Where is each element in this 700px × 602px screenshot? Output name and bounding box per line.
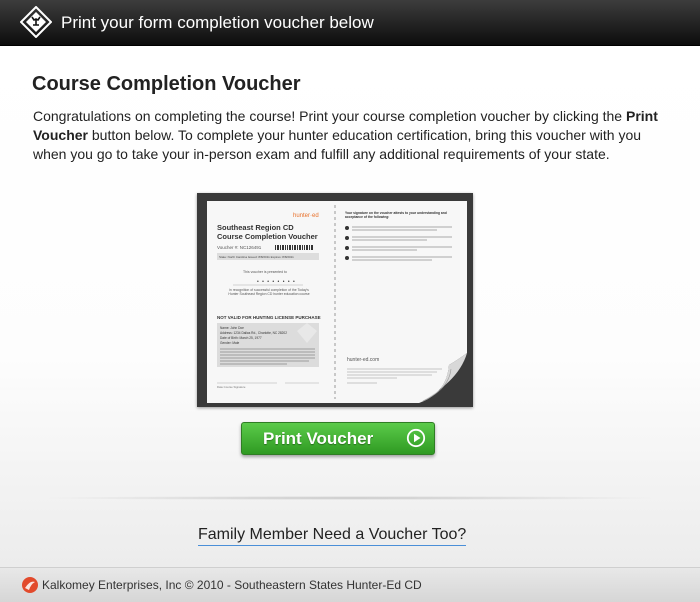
intro-part-1: Congratulations on completing the course… — [33, 108, 626, 124]
voucher-sign-label: Date Course Signature — [217, 385, 246, 389]
header-bar: Print your form completion voucher below — [0, 0, 700, 46]
voucher-not-valid: NOT VALID FOR HUNTING LICENSE PURCHASE — [217, 315, 321, 320]
voucher-right-heading: Your signature on the voucher attests to… — [345, 211, 447, 219]
footer-bar: Kalkomey Enterprises, Inc © 2010 - South… — [0, 567, 700, 602]
print-voucher-button-label: Print Voucher — [263, 429, 374, 448]
voucher-number: Voucher #: NC126491 — [217, 245, 262, 250]
voucher-recognition: in recognition of successful completion … — [228, 288, 310, 297]
voucher-state-row: State: North Carolina Issued: 8/8/2011 E… — [219, 255, 294, 259]
header-title: Print your form completion voucher below — [61, 13, 374, 32]
voucher-presented-to: This voucher is presented to — [243, 270, 287, 274]
family-member-voucher-link[interactable]: Family Member Need a Voucher Too? — [198, 526, 467, 546]
section-divider — [40, 496, 660, 500]
voucher-name: Name: John Doe — [220, 326, 244, 330]
voucher-title-line1: Southeast Region CD — [217, 223, 294, 232]
kalkomey-logo-icon — [21, 576, 39, 594]
voucher-preview-image: hunter·ed Southeast Region CD Course Com… — [197, 193, 473, 407]
voucher-address: Address: 1234 Dallas Rd., Charlotte, NC … — [220, 331, 287, 335]
print-voucher-button[interactable]: Print Voucher — [241, 422, 435, 455]
voucher-footer-brand: hunter-ed.com — [347, 357, 379, 363]
svg-text:• • • • • • • •: • • • • • • • • — [257, 279, 296, 285]
intro-part-2: button below. To complete your hunter ed… — [33, 127, 642, 162]
voucher-brand: hunter·ed — [293, 213, 319, 219]
footer-copyright: Kalkomey Enterprises, Inc © 2010 - South… — [42, 578, 422, 592]
deer-diamond-icon — [19, 5, 53, 39]
intro-text: Congratulations on completing the course… — [33, 107, 673, 164]
page-title: Course Completion Voucher — [32, 73, 301, 95]
main-content: Course Completion Voucher Congratulation… — [0, 46, 700, 567]
voucher-title-line2: Course Completion Voucher — [217, 232, 318, 241]
barcode — [275, 245, 313, 250]
voucher-gender: Gender: Male — [220, 341, 240, 345]
voucher-dob: Date of Birth: March 25, 1977 — [220, 336, 262, 340]
voucher-left-panel: hunter·ed Southeast Region CD Course Com… — [217, 213, 321, 389]
play-circle-icon — [406, 428, 426, 448]
